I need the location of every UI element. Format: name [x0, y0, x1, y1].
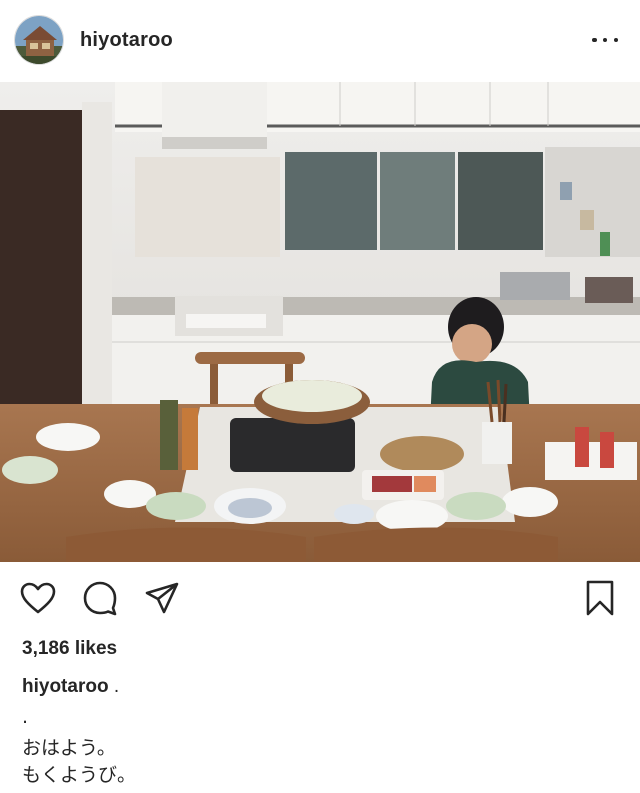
share-button[interactable]: [142, 578, 182, 618]
more-options-button[interactable]: [592, 30, 618, 50]
comment-button[interactable]: [80, 578, 120, 618]
likes-count[interactable]: 3,186 likes: [22, 638, 117, 660]
caption-header: hiyotaroo .: [22, 676, 119, 698]
post-photo[interactable]: [0, 82, 640, 562]
bookmark-icon: [586, 580, 614, 616]
comment-icon: [83, 581, 117, 616]
post-header: hiyotaroo: [0, 0, 640, 80]
action-bar: [0, 578, 640, 622]
avatar[interactable]: [14, 15, 64, 65]
more-dot: [613, 37, 618, 43]
caption-line: .: [22, 706, 29, 728]
caption-line: おはよう。: [22, 737, 116, 759]
kitchen-photo: [0, 82, 640, 562]
heart-icon: [20, 582, 56, 614]
caption-line: もくようび。: [22, 764, 137, 786]
house-avatar-icon: [15, 16, 63, 64]
caption-first-text: .: [113, 676, 120, 697]
post-username[interactable]: hiyotaroo: [80, 29, 173, 52]
save-button[interactable]: [580, 578, 620, 618]
send-icon: [145, 582, 179, 614]
more-dot: [602, 37, 608, 43]
like-button[interactable]: [18, 578, 58, 618]
more-options-icon: [592, 37, 597, 43]
caption-username[interactable]: hiyotaroo: [22, 676, 109, 697]
